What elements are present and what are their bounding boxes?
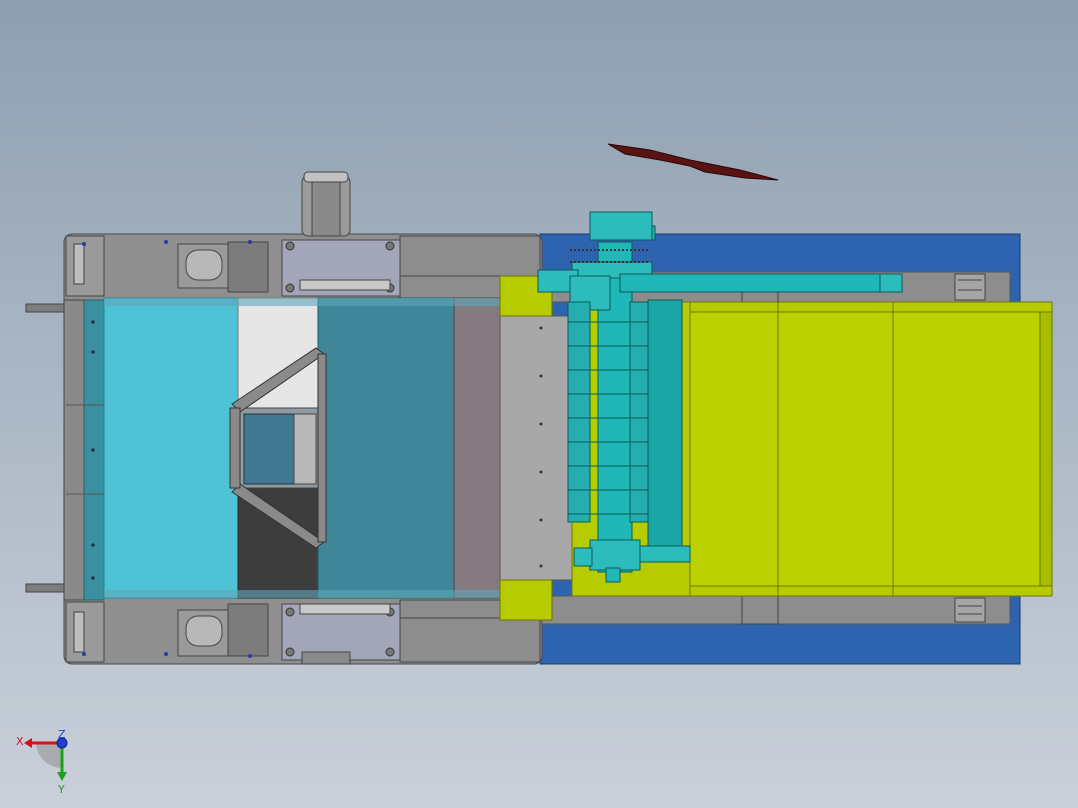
x-axis-label: X bbox=[16, 735, 24, 748]
y-axis-label: Y bbox=[57, 783, 65, 796]
yellow-frame bbox=[499, 579, 553, 621]
bracket bbox=[954, 273, 986, 301]
cyan-panel bbox=[103, 297, 241, 599]
teal-panel bbox=[317, 297, 455, 599]
motor-top-left bbox=[177, 241, 269, 293]
feed-plate bbox=[499, 315, 573, 581]
shaft-bottom bbox=[299, 603, 391, 615]
shaft-top bbox=[299, 279, 391, 291]
motor-bottom-left bbox=[177, 603, 269, 657]
cad-viewport[interactable]: X Y Z bbox=[0, 0, 1078, 808]
coordinate-triad bbox=[24, 737, 68, 781]
blade-part bbox=[607, 143, 779, 181]
bracket bbox=[954, 597, 986, 623]
machine-top-view: X Y Z bbox=[16, 143, 1053, 796]
z-axis-label: Z bbox=[58, 728, 66, 741]
mauve-panel bbox=[453, 297, 503, 599]
